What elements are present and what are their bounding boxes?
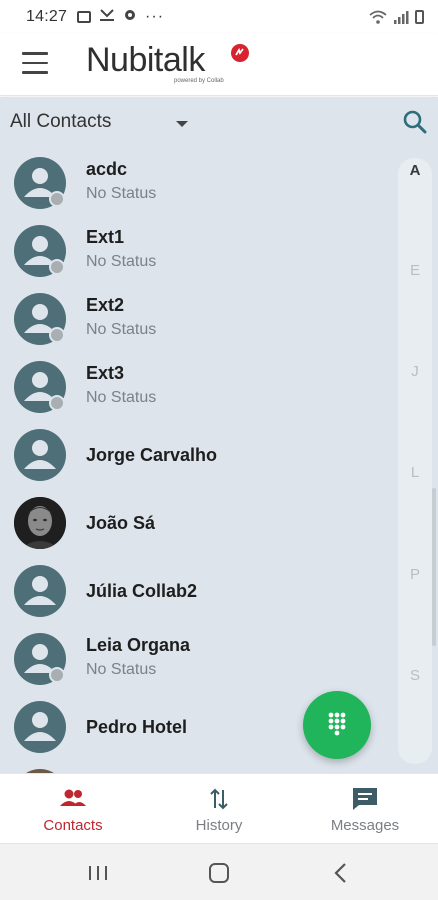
nubitalk-logo: Nubitalk powered by Collab	[86, 40, 249, 90]
gallery-notification-icon	[77, 11, 92, 23]
scrollbar-thumb[interactable]	[432, 488, 436, 646]
menu-icon[interactable]	[22, 52, 48, 74]
system-status-icons	[369, 10, 424, 24]
contact-status: No Status	[86, 185, 157, 202]
app-header: Nubitalk powered by Collab	[0, 34, 438, 96]
tab-messages-label: Messages	[330, 817, 400, 834]
contacts-filter-dropdown[interactable]: All Contacts	[10, 111, 111, 133]
contact-name: Pedro Hotel	[86, 717, 188, 737]
index-letter[interactable]: L	[398, 464, 432, 481]
index-letter[interactable]: J	[398, 363, 432, 380]
status-bar: 14:27 ···	[0, 0, 438, 34]
tab-contacts-label: Contacts	[43, 817, 103, 834]
system-navigation-bar	[0, 843, 438, 900]
contact-list: acdc No Status Ext1 No Status Ext2 No St…	[0, 153, 438, 773]
app-notification-icon	[123, 8, 137, 27]
contact-row[interactable]: João Sá	[0, 493, 390, 561]
back-icon[interactable]	[328, 860, 354, 886]
more-notifications-indicator: ···	[145, 8, 165, 25]
dropdown-caret-icon[interactable]	[176, 121, 188, 127]
presence-indicator	[49, 259, 65, 275]
contact-name: Leia Organa	[86, 635, 191, 655]
contact-name: acdc	[86, 159, 128, 179]
contacts-filter-bar: All Contacts	[0, 97, 438, 153]
contact-row[interactable]: acdc No Status	[0, 153, 390, 221]
battery-icon	[415, 10, 424, 24]
wifi-icon	[369, 10, 387, 24]
tab-history-label: History	[195, 817, 243, 834]
dialpad-icon	[328, 712, 346, 736]
presence-indicator	[49, 327, 65, 343]
history-swap-icon	[210, 788, 228, 810]
index-letter[interactable]: E	[398, 262, 432, 279]
avatar-placeholder-icon	[14, 701, 66, 753]
contact-status: No Status	[86, 253, 157, 270]
contacts-icon	[60, 789, 86, 806]
tab-contacts[interactable]: Contacts	[0, 774, 146, 843]
bottom-navigation: Contacts History Messages	[0, 773, 438, 843]
contact-row-partial[interactable]	[0, 765, 390, 773]
index-letter[interactable]: P	[398, 566, 432, 583]
contact-row[interactable]: Jorge Carvalho	[0, 425, 390, 493]
dialpad-button[interactable]	[303, 691, 371, 759]
logo-tagline: powered by Collab	[174, 78, 224, 84]
avatar-placeholder-icon	[14, 565, 66, 617]
presence-indicator	[49, 191, 65, 207]
alphabet-index[interactable]: A E J L P S	[398, 158, 432, 764]
search-icon[interactable]	[402, 109, 428, 135]
contact-status: No Status	[86, 389, 157, 406]
contact-row[interactable]: Júlia Collab2	[0, 561, 390, 629]
contact-status: No Status	[86, 321, 157, 338]
contact-row[interactable]: Ext1 No Status	[0, 221, 390, 289]
app-screen: 14:27 ··· Nubitalk powered by Collab All…	[0, 0, 438, 900]
contact-row[interactable]: Ext2 No Status	[0, 289, 390, 357]
contact-name: Ext3	[86, 363, 125, 383]
contact-status: No Status	[86, 661, 157, 678]
presence-indicator	[49, 395, 65, 411]
tab-messages[interactable]: Messages	[292, 774, 438, 843]
home-icon[interactable]	[206, 860, 232, 886]
signal-icon	[394, 11, 409, 24]
status-time: 14:27	[26, 8, 68, 25]
logo-text: Nubitalk	[86, 41, 205, 79]
contact-name: Júlia Collab2	[86, 581, 198, 601]
index-letter[interactable]: S	[398, 667, 432, 684]
avatar-placeholder-icon	[14, 429, 66, 481]
avatar-photo	[14, 497, 66, 549]
presence-indicator	[49, 667, 65, 683]
messages-icon	[353, 788, 377, 810]
contact-name: Jorge Carvalho	[86, 445, 218, 465]
filter-label: All Contacts	[10, 111, 112, 132]
tab-history[interactable]: History	[146, 774, 292, 843]
recent-apps-icon[interactable]	[85, 860, 111, 886]
missed-call-icon	[99, 8, 115, 27]
notification-icons: ···	[77, 8, 164, 27]
logo-badge-icon	[231, 44, 249, 62]
contact-name: Ext1	[86, 227, 125, 247]
contact-name: João Sá	[86, 513, 156, 533]
contact-row[interactable]: Leia Organa No Status	[0, 629, 390, 697]
contact-row[interactable]: Ext3 No Status	[0, 357, 390, 425]
index-letter[interactable]: A	[398, 162, 432, 179]
contact-name: Ext2	[86, 295, 125, 315]
